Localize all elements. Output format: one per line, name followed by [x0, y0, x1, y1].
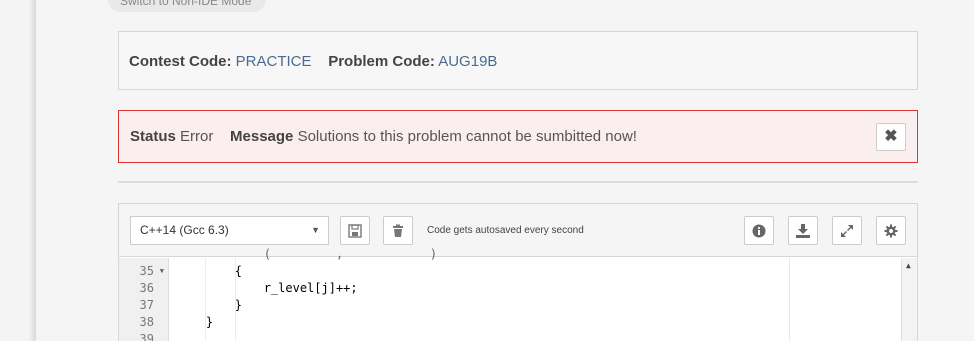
close-alert-button[interactable]: ✖ [876, 123, 906, 151]
language-selected: C++14 (Gcc 6.3) [140, 223, 229, 237]
line-number: 35 [139, 264, 154, 278]
scroll-up-icon[interactable]: ▲ [906, 261, 911, 270]
code-editor: C++14 (Gcc 6.3) ▼ Code gets autosaved ev… [118, 203, 918, 341]
switch-mode-button[interactable]: Switch to Non-IDE Mode [108, 0, 266, 12]
save-icon [348, 223, 362, 238]
line-number-gutter: 35 ▼ 36 37 38 39 [119, 258, 169, 341]
save-button[interactable] [340, 216, 370, 245]
left-gutter [0, 0, 36, 341]
print-margin [789, 258, 790, 341]
problem-code-label: Problem Code: [328, 53, 435, 70]
code-line: { [177, 264, 243, 278]
line-number: 36 [139, 281, 154, 295]
info-button[interactable] [744, 216, 774, 245]
trash-icon [393, 224, 403, 237]
status-alert: Status Error Message Solutions to this p… [118, 110, 918, 163]
vertical-scrollbar[interactable]: ▲ [901, 258, 917, 341]
contest-code-value: PRACTICE [235, 53, 312, 70]
code-line: r_level[j]++; [177, 281, 358, 295]
language-select[interactable]: C++14 (Gcc 6.3) ▼ [130, 216, 329, 245]
chevron-down-icon: ▼ [311, 225, 320, 235]
message-value: Solutions to this problem cannot be sumb… [297, 128, 637, 145]
download-button[interactable] [788, 216, 818, 245]
line-number: 39 [139, 332, 154, 341]
settings-button[interactable] [876, 216, 906, 245]
code-line-partial: ( , ) [177, 247, 438, 261]
download-icon [796, 223, 810, 238]
divider [118, 181, 918, 183]
autosave-note: Code gets autosaved every second [427, 225, 584, 236]
status-label: Status [130, 128, 176, 145]
info-icon [752, 224, 766, 237]
status-value: Error [180, 128, 214, 145]
code-area[interactable]: 35 ▼ 36 37 38 39 ( , ) { r_level[j]++; }… [119, 247, 917, 341]
problem-code-value: AUG19B [438, 53, 498, 70]
code-line: } [177, 315, 214, 329]
fullscreen-button[interactable] [832, 216, 862, 245]
line-number: 37 [139, 298, 154, 312]
message-label: Message [230, 128, 294, 145]
contest-code-label: Contest Code: [129, 53, 232, 70]
problem-info-box: Contest Code: PRACTICE Problem Code: AUG… [118, 31, 918, 90]
fold-arrow-icon[interactable]: ▼ [160, 263, 164, 280]
fullscreen-icon [841, 224, 853, 237]
line-number: 38 [139, 315, 154, 329]
gear-icon [884, 224, 898, 237]
code-line: } [177, 298, 243, 312]
close-icon: ✖ [884, 128, 898, 145]
delete-button[interactable] [383, 216, 413, 245]
